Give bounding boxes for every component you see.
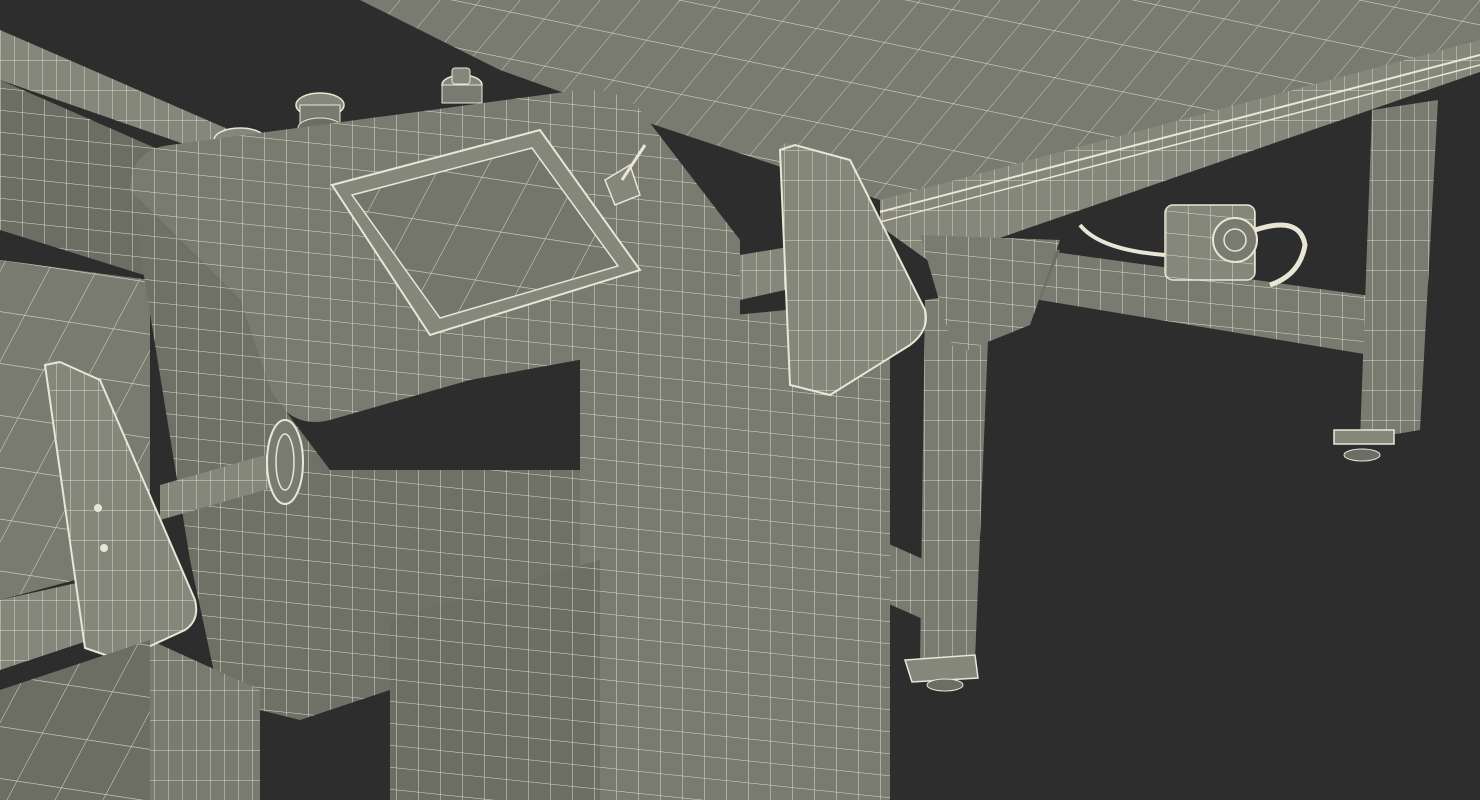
- viewport: [0, 0, 1480, 800]
- wireframe-render: [0, 0, 1480, 800]
